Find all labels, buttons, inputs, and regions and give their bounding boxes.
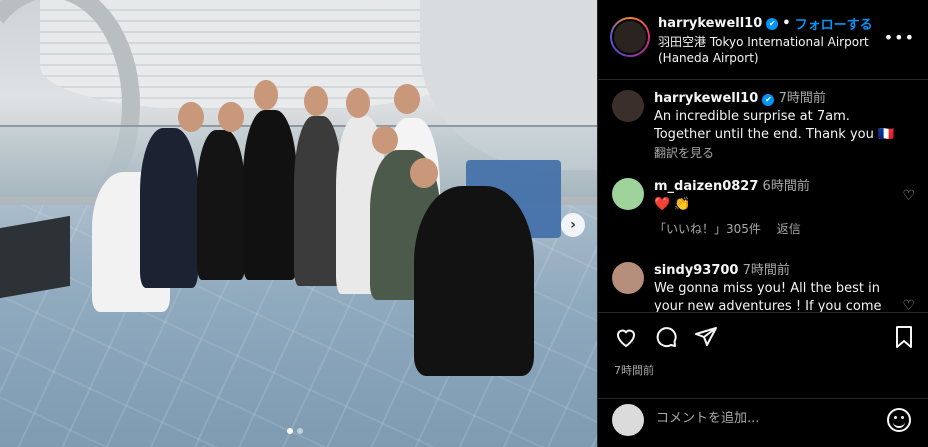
comment-heart-icon[interactable]: ♡ [902, 298, 915, 312]
carousel-dot [297, 428, 303, 434]
share-icon[interactable] [694, 325, 718, 349]
likes-count[interactable]: 「いいね！」305件 [654, 222, 761, 236]
verified-badge-icon: ✔ [762, 94, 775, 106]
comment-heart-icon[interactable]: ♡ [902, 188, 915, 204]
follow-button[interactable]: フォローする [795, 14, 873, 33]
comment-text: We gonna miss you! All the best in your … [654, 281, 882, 312]
comment-username[interactable]: harrykewell10 [654, 91, 758, 106]
more-options-icon[interactable]: ••• [884, 28, 915, 47]
follow-separator: • [782, 16, 791, 31]
comment-time: 6時間前 [762, 179, 810, 194]
post-photo[interactable]: › [0, 0, 597, 447]
comment-list: harrykewell10 ✔ 7時間前 An incredible surpr… [598, 80, 928, 312]
action-bar: 7時間前 [598, 312, 928, 398]
avatar[interactable] [612, 178, 644, 210]
avatar[interactable] [612, 262, 644, 294]
post-header: harrykewell10 ✔ • フォローする 羽田空港 Tokyo Inte… [598, 0, 928, 80]
avatar[interactable] [612, 90, 644, 122]
comment-icon[interactable] [654, 325, 678, 349]
reply-button[interactable]: 返信 [777, 222, 801, 236]
comment-username[interactable]: sindy93700 [654, 263, 738, 278]
carousel-next-button[interactable]: › [561, 213, 585, 237]
comment-text: ❤️ 👏 [654, 197, 691, 212]
comment-time: 7時間前 [778, 91, 826, 106]
verified-badge-icon: ✔ [766, 17, 779, 30]
carousel-dots [287, 428, 303, 434]
location-link[interactable]: 羽田空港 Tokyo International Airport (Haneda… [658, 34, 873, 66]
comment-username[interactable]: m_daizen0827 [654, 179, 758, 194]
comment-item: m_daizen0827 6時間前 ❤️ 👏 「いいね！」305件 返信 ♡ [612, 178, 917, 248]
post-sidebar: harrykewell10 ✔ • フォローする 羽田空港 Tokyo Inte… [597, 0, 928, 447]
author-username[interactable]: harrykewell10 [658, 16, 762, 31]
comment-item: sindy93700 7時間前 We gonna miss you! All t… [612, 262, 917, 312]
avatar[interactable] [610, 17, 650, 57]
add-comment-bar [598, 398, 928, 447]
posted-time: 7時間前 [614, 364, 654, 377]
carousel-dot [287, 428, 293, 434]
comment-input[interactable] [656, 411, 876, 426]
counter [0, 215, 70, 299]
comment-time: 7時間前 [742, 263, 790, 278]
emoji-icon[interactable] [887, 408, 911, 432]
bookmark-icon[interactable] [892, 325, 916, 349]
comment-text: An incredible surprise at 7am. Together … [654, 109, 895, 142]
translate-link[interactable]: 翻訳を見る [654, 146, 714, 160]
comment-item: harrykewell10 ✔ 7時間前 An incredible surpr… [612, 90, 917, 160]
heart-icon[interactable] [614, 325, 638, 349]
avatar [612, 404, 644, 436]
